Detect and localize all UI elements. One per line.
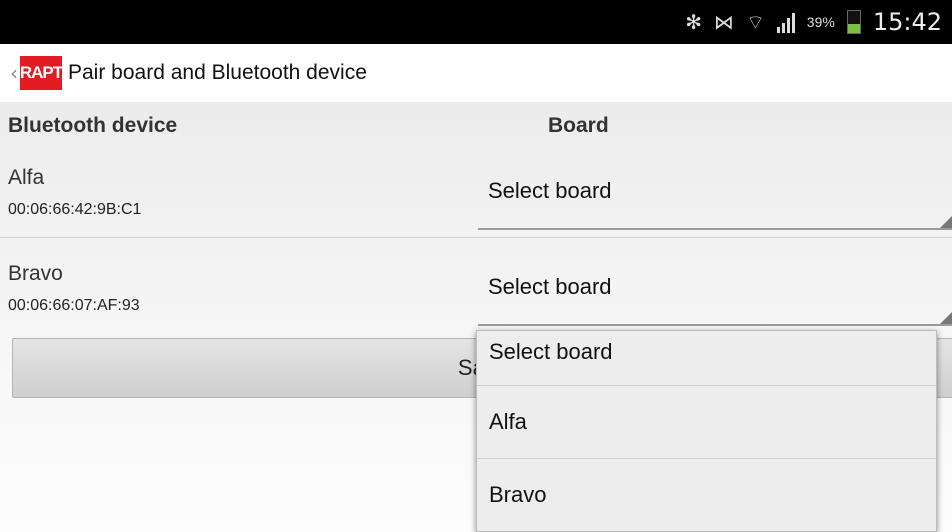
table-row: Bravo 00:06:66:07:AF:93 Select board [0, 256, 952, 334]
bluetooth-icon: ✻ [685, 10, 702, 34]
row-divider [0, 237, 952, 238]
board-dropdown-menu: Select board Alfa Bravo [476, 330, 937, 532]
board-select[interactable]: Select board [478, 256, 952, 326]
back-chevron-icon[interactable]: ‹ [10, 61, 18, 85]
device-name: Bravo [8, 262, 63, 285]
table-row: Alfa 00:06:66:42:9B:C1 Select board [0, 160, 952, 238]
dropdown-option[interactable]: Bravo [477, 459, 936, 531]
device-mac: 00:06:66:42:9B:C1 [8, 201, 142, 218]
battery-icon [846, 10, 861, 34]
spinner-corner-icon [940, 312, 952, 324]
column-header-board: Board [548, 114, 609, 137]
dropdown-option-label: Select board [489, 339, 613, 364]
status-bar: ✻ ⋈ ⌔ 39% 15:42 [0, 0, 952, 44]
spinner-corner-icon [940, 216, 952, 228]
mute-icon: ⋈ [713, 10, 734, 34]
action-bar: ‹ RAPT Pair board and Bluetooth device [0, 44, 952, 102]
board-select-value: Select board [488, 274, 612, 299]
board-select-value: Select board [488, 178, 612, 203]
dropdown-option[interactable]: Select board [477, 331, 936, 385]
battery-percent: 39% [806, 14, 835, 30]
column-header-device: Bluetooth device [8, 114, 178, 137]
device-name: Alfa [8, 166, 45, 189]
board-select[interactable]: Select board [478, 160, 952, 230]
app-logo[interactable]: RAPT [20, 56, 63, 90]
status-icons: ✻ ⋈ ⌔ 39% 15:42 [685, 0, 942, 44]
dropdown-option-label: Alfa [489, 409, 527, 434]
clock: 15:42 [872, 8, 942, 36]
device-mac: 00:06:66:07:AF:93 [8, 297, 140, 314]
dropdown-option-label: Bravo [489, 482, 547, 507]
signal-icon [776, 11, 795, 33]
page-title: Pair board and Bluetooth device [68, 61, 367, 84]
dropdown-option[interactable]: Alfa [477, 386, 936, 458]
wifi-icon: ⌔ [745, 10, 765, 34]
